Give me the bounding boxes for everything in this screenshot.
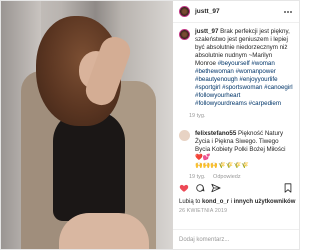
post-sidebar: justt_97 justt_97 Brak perfekcji jest pi… bbox=[173, 1, 299, 249]
likes-user[interactable]: kond_o_r bbox=[202, 199, 229, 205]
comment-icon[interactable] bbox=[195, 183, 205, 193]
author-username[interactable]: justt_97 bbox=[195, 8, 220, 16]
post-date: 26 KWIETNIA 2019 bbox=[179, 208, 228, 214]
caption-username[interactable]: justt_97 bbox=[195, 28, 218, 35]
likes-others[interactable]: innych użytkowników bbox=[234, 199, 296, 205]
caption-text-block: justt_97 Brak perfekcji jest piękny, sza… bbox=[195, 28, 293, 108]
instagram-post: justt_97 justt_97 Brak perfekcji jest pi… bbox=[0, 0, 300, 250]
heart-icon[interactable] bbox=[179, 183, 189, 193]
author-avatar[interactable] bbox=[179, 6, 190, 17]
comment-meta: 19 tyg. Odpowiedz bbox=[189, 173, 299, 181]
photo-bodysuit bbox=[53, 111, 125, 221]
add-comment-field[interactable]: Dodaj komentarz... bbox=[173, 229, 299, 249]
post-caption: justt_97 Brak perfekcji jest piękny, sza… bbox=[173, 23, 299, 108]
add-comment-placeholder[interactable]: Dodaj komentarz... bbox=[179, 236, 229, 244]
likes-line: Lubią to kond_o_r i innych użytkowników bbox=[179, 198, 295, 206]
comment-emoji: 🙌🙌🙌🌾🌾🌾🌾 bbox=[195, 162, 249, 169]
comment-username[interactable]: felixstefano55 bbox=[195, 130, 236, 137]
caption-hashtags[interactable]: #beyourself #woman #bethewoman #womanpow… bbox=[195, 60, 293, 107]
commenter-avatar[interactable] bbox=[179, 130, 190, 141]
comment-text-block: felixstefano55 Piękność Natury Życia i P… bbox=[195, 130, 293, 170]
bookmark-icon[interactable] bbox=[283, 183, 293, 193]
more-icon[interactable] bbox=[283, 7, 293, 17]
post-header: justt_97 bbox=[173, 1, 299, 23]
caption-time: 19 tyg. bbox=[189, 113, 206, 119]
caption-avatar[interactable] bbox=[179, 29, 190, 40]
likes-prefix: Lubią to bbox=[179, 199, 203, 205]
comment-reply-link[interactable]: Odpowiedz bbox=[213, 174, 241, 180]
photo-legs bbox=[59, 213, 149, 249]
share-icon[interactable] bbox=[211, 183, 221, 193]
post-actions bbox=[179, 183, 221, 193]
comment-item: felixstefano55 Piękność Natury Życia i P… bbox=[173, 120, 299, 170]
comment-time: 19 tyg. bbox=[189, 174, 206, 180]
post-photo[interactable] bbox=[1, 1, 173, 249]
